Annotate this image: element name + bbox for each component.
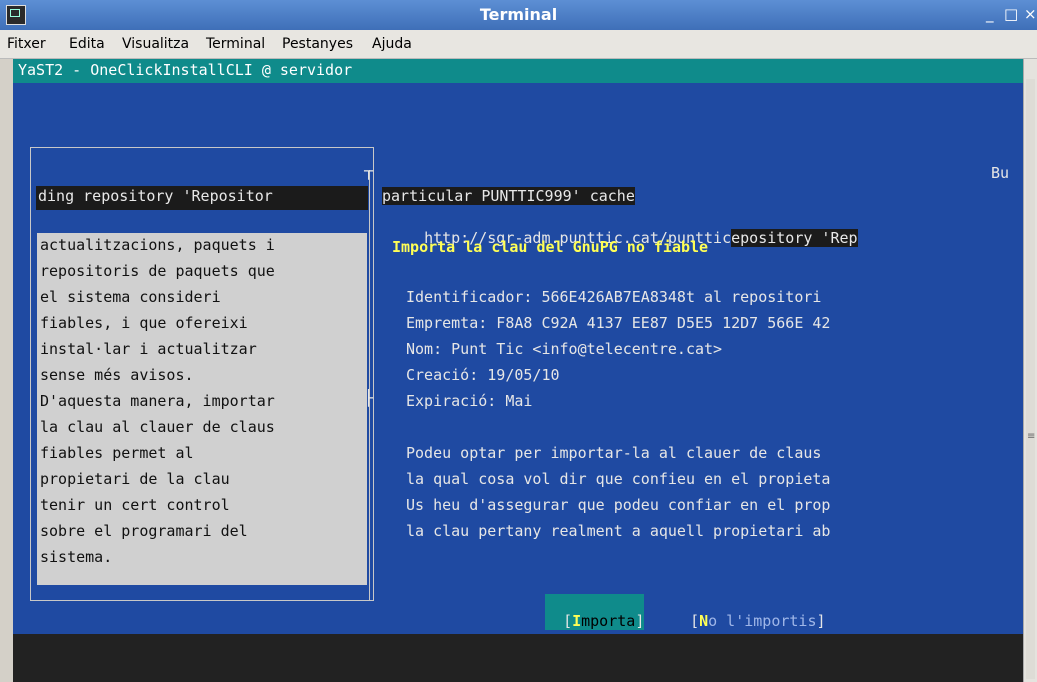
help-line: repositoris de paquets que xyxy=(40,262,275,280)
help-line: tenir un cert control xyxy=(40,496,230,514)
body-line: Us heu d'assegurar que podeu confiar en … xyxy=(406,496,831,514)
minimize-icon[interactable]: _ xyxy=(986,5,994,23)
menu-ajuda[interactable]: Ajuda xyxy=(372,36,412,52)
terminal-title: YaST2 - OneClickInstallCLI @ servidor xyxy=(18,61,353,79)
key-expiration: Expiració: Mai xyxy=(406,392,533,410)
menu-edita[interactable]: Edita xyxy=(69,36,105,52)
key-identifier: Identificador: 566E426AB7EA8348t al repo… xyxy=(406,288,822,306)
key-creation: Creació: 19/05/10 xyxy=(406,366,560,384)
key-fingerprint: Empremta: F8A8 C92A 4137 EE87 D5E5 12D7 … xyxy=(406,314,831,332)
window-left-edge xyxy=(0,59,13,682)
key-name: Nom: Punt Tic <info@telecentre.cat> xyxy=(406,340,723,358)
dont-import-button[interactable]: [No l'importis] xyxy=(672,594,826,630)
help-line: el sistema consideri xyxy=(40,288,221,306)
body-line: Podeu optar per importar-la al clauer de… xyxy=(406,444,822,462)
import-hotkey: I xyxy=(572,612,582,630)
help-line: sistema. xyxy=(40,548,113,566)
body-line: la qual cosa vol dir que confieu en el p… xyxy=(406,470,831,488)
dont-import-bracket-open: [ xyxy=(690,612,700,630)
top-right-text: Bu xyxy=(991,164,1010,182)
help-line: fiables, i que ofereixi xyxy=(40,314,248,332)
menu-pestanyes[interactable]: Pestanyes xyxy=(282,36,353,52)
help-line: actualitzacions, paquets i xyxy=(40,236,275,254)
help-line: sense més avisos. xyxy=(40,366,194,384)
dont-import-hotkey: N xyxy=(699,612,709,630)
menu-visualitza[interactable]: Visualitza xyxy=(122,36,189,52)
scrollbar-thumb[interactable] xyxy=(1026,79,1035,679)
terminal-title-bar: YaST2 - OneClickInstallCLI @ servidor xyxy=(13,59,1023,83)
menu-fitxer[interactable]: Fitxer xyxy=(7,36,46,52)
help-line: la clau al clauer de claus xyxy=(40,418,275,436)
repo-url-highlight: epository 'Rep xyxy=(731,229,858,247)
scrollbar-grip-icon: ≡ xyxy=(1027,431,1036,442)
import-bracket-close: ] xyxy=(635,612,645,630)
dont-import-bracket-close: ] xyxy=(816,612,826,630)
divider-tee: ┬ xyxy=(364,162,374,180)
help-line: propietari de la clau xyxy=(40,470,230,488)
repo-right-text: particular PUNTTIC999' cache xyxy=(382,187,635,205)
help-line: D'aquesta manera, importar xyxy=(40,392,275,410)
menu-bar: Fitxer Edita Visualitza Terminal Pestany… xyxy=(0,30,1037,59)
terminal-bottom-strip xyxy=(13,634,1023,682)
close-icon[interactable]: × xyxy=(1024,5,1037,23)
import-bracket-open: [ xyxy=(563,612,573,630)
dont-import-label: o l'importis xyxy=(708,612,817,630)
terminal-scrollbar[interactable]: ≡ xyxy=(1023,59,1037,682)
window-title: Terminal xyxy=(479,5,558,24)
import-button[interactable]: [Importa] xyxy=(545,594,645,630)
import-label: mporta xyxy=(581,612,636,630)
help-line: instal·lar i actualitzar xyxy=(40,340,257,358)
body-line: la clau pertany realment a aquell propie… xyxy=(406,522,831,540)
menu-terminal[interactable]: Terminal xyxy=(206,36,265,52)
help-line: fiables permet al xyxy=(40,444,194,462)
panel-divider xyxy=(369,170,370,600)
repo-left-text: ding repository 'Repositor xyxy=(38,187,273,205)
help-line: sobre el programari del xyxy=(40,522,248,540)
maximize-icon[interactable]: □ xyxy=(1004,5,1018,23)
window-titlebar[interactable]: Terminal _ □ × xyxy=(0,0,1037,30)
dialog-title: Importa la clau del GnuPG no fiable xyxy=(392,238,709,256)
